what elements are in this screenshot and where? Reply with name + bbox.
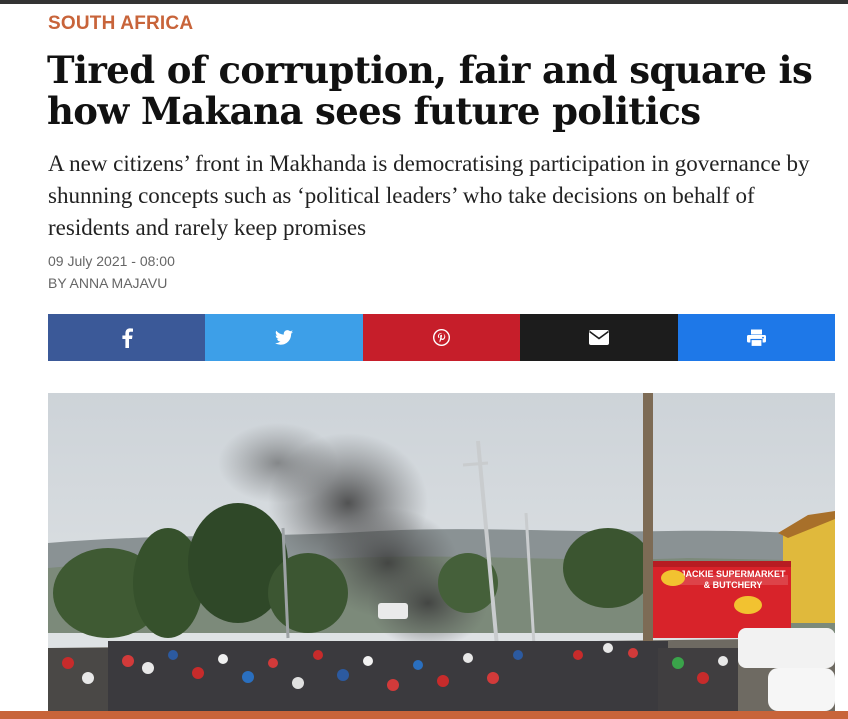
facebook-icon (121, 327, 133, 348)
envelope-icon (588, 330, 609, 345)
article-standfirst: A new citizens’ front in Makhanda is dem… (48, 151, 810, 240)
article-headline: Tired of corruption, fair and square is … (47, 48, 813, 133)
author-byline: BY ANNA MAJAVU (48, 275, 168, 291)
share-facebook-button[interactable] (48, 314, 206, 361)
printer-icon (746, 329, 766, 347)
bottom-accent-bar (0, 711, 848, 719)
share-twitter-button[interactable] (205, 314, 363, 361)
category-link[interactable]: SOUTH AFRICA (48, 13, 193, 35)
crowd (48, 641, 738, 711)
storefront-sign-line1: JACKIE SUPERMARKET (680, 569, 786, 579)
hero-image: JACKIE SUPERMARKET & BUTCHERY (48, 393, 835, 711)
share-email-button[interactable] (520, 314, 678, 361)
twitter-icon (275, 330, 294, 345)
storefront-sign-line2: & BUTCHERY (704, 580, 763, 590)
publish-date: 09 July 2021 - 08:00 (48, 253, 175, 269)
share-pinterest-button[interactable] (362, 314, 521, 361)
top-bar (0, 0, 848, 4)
share-bar (48, 314, 836, 361)
pinterest-icon (433, 329, 451, 346)
protest-scene-illustration: JACKIE SUPERMARKET & BUTCHERY (48, 393, 835, 711)
print-button[interactable] (677, 314, 836, 361)
